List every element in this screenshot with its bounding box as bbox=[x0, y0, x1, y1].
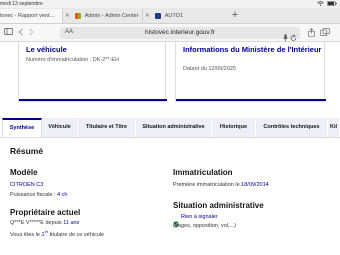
ministry-card-title: Informations du Ministère de l'Intérieur bbox=[183, 45, 322, 54]
wifi-icon bbox=[317, 1, 324, 6]
browser-tab-admin[interactable]: ✕ Admin - Admin Center bbox=[62, 9, 142, 23]
owner-heading: Propriétaire actuel bbox=[10, 208, 81, 217]
address-bar-area: AA histovec.interieur.gouv.fr bbox=[0, 24, 340, 42]
admin-status-value: Rien à signaler bbox=[181, 214, 218, 220]
model-heading: Modèle bbox=[10, 168, 38, 177]
first-registration-date: 18/09/2014 bbox=[241, 182, 269, 188]
fiscal-power: Puissance fiscale : 4 ch bbox=[10, 192, 67, 198]
fiscal-power-value: 4 ch bbox=[57, 192, 68, 198]
registration-heading: Immatriculation bbox=[173, 168, 233, 177]
status-indicators bbox=[317, 1, 337, 6]
tab-controles-techniques[interactable]: Contrôles techniques bbox=[256, 118, 328, 137]
tab-label: tovec - Rapport vent… bbox=[0, 13, 56, 19]
tab-label: Admin - Admin Center bbox=[84, 13, 139, 19]
status-bar: medi 13 septembre bbox=[0, 0, 340, 8]
report-tabs: Synthèse Véhicule Titulaire et Titre Sit… bbox=[0, 118, 340, 138]
browser-tab-auto1[interactable]: ✕ AUTO1 bbox=[142, 9, 224, 23]
registration-number: Numéro d'immatriculation : DK-2**-EH bbox=[26, 57, 120, 63]
status-time: medi 13 septembre bbox=[0, 1, 43, 7]
tab-titulaire[interactable]: Titulaire et Titre bbox=[78, 118, 136, 137]
owner-name: Q***E V*****E depuis 11 ans bbox=[10, 220, 79, 226]
url-text: histovec.interieur.gouv.fr bbox=[145, 29, 215, 36]
info-cards: Le véhicule Numéro d'immatriculation : D… bbox=[0, 42, 340, 112]
ministry-card: Informations du Ministère de l'Intérieur… bbox=[175, 42, 326, 102]
vehicle-card-title: Le véhicule bbox=[26, 45, 67, 54]
first-registration-label: Première immatriculation le bbox=[173, 182, 242, 188]
forward-icon[interactable] bbox=[28, 28, 34, 40]
owner-rank-text: titulaire de ce véhicule bbox=[48, 231, 105, 238]
tab-vehicule[interactable]: Véhicule bbox=[42, 118, 78, 137]
microsoft-favicon-icon bbox=[74, 12, 81, 19]
vehicle-card: Le véhicule Numéro d'immatriculation : D… bbox=[18, 42, 167, 102]
url-field[interactable]: AA histovec.interieur.gouv.fr bbox=[60, 27, 300, 42]
sidebar-icon[interactable] bbox=[4, 28, 13, 39]
back-icon[interactable] bbox=[18, 28, 24, 40]
new-tab-button[interactable]: + bbox=[228, 9, 242, 23]
close-tab-icon[interactable]: ✕ bbox=[145, 9, 151, 23]
share-icon[interactable] bbox=[308, 28, 315, 41]
ministry-date: Datant du 12/09/2025 bbox=[183, 66, 236, 72]
tab-situation-administrative[interactable]: Situation administrative bbox=[136, 118, 212, 137]
owner-rank: Vous êtes le 1er titulaire de ce véhicul… bbox=[10, 229, 104, 238]
fiscal-power-label: Puissance fiscale : bbox=[10, 192, 58, 198]
auto1-favicon-icon bbox=[154, 12, 161, 19]
browser-tab-bar: tovec - Rapport vent… ✕ Admin - Admin Ce… bbox=[0, 8, 340, 24]
admin-status-heading: Situation administrative bbox=[173, 201, 264, 210]
tabs-overview-icon[interactable] bbox=[320, 28, 330, 40]
admin-status-detail: (gages, opposition, vol,...) bbox=[173, 223, 236, 229]
tab-synthese[interactable]: Synthèse bbox=[2, 118, 42, 137]
first-registration: Première immatriculation le 18/09/2014 bbox=[173, 182, 269, 188]
card-accent-bar bbox=[176, 99, 326, 101]
owner-name-text: Q***E V*****E depuis bbox=[10, 220, 64, 226]
browser-tab-histovec[interactable]: tovec - Rapport vent… bbox=[0, 9, 62, 23]
close-tab-icon[interactable]: ✕ bbox=[65, 9, 71, 23]
tab-label: AUTO1 bbox=[164, 13, 184, 19]
model-value: CITROEN C3 bbox=[10, 182, 44, 188]
card-accent-bar bbox=[19, 99, 167, 101]
tab-kilometrage[interactable]: Kil bbox=[328, 118, 340, 137]
battery-icon bbox=[327, 1, 337, 6]
browser-window: medi 13 septembre tovec - Rapport vent… … bbox=[0, 0, 340, 255]
owner-since: 11 ans bbox=[63, 220, 80, 226]
summary-heading: Résumé bbox=[10, 146, 44, 156]
owner-rank-prefix: Vous êtes le bbox=[10, 231, 42, 238]
tab-historique[interactable]: Historique bbox=[212, 118, 256, 137]
